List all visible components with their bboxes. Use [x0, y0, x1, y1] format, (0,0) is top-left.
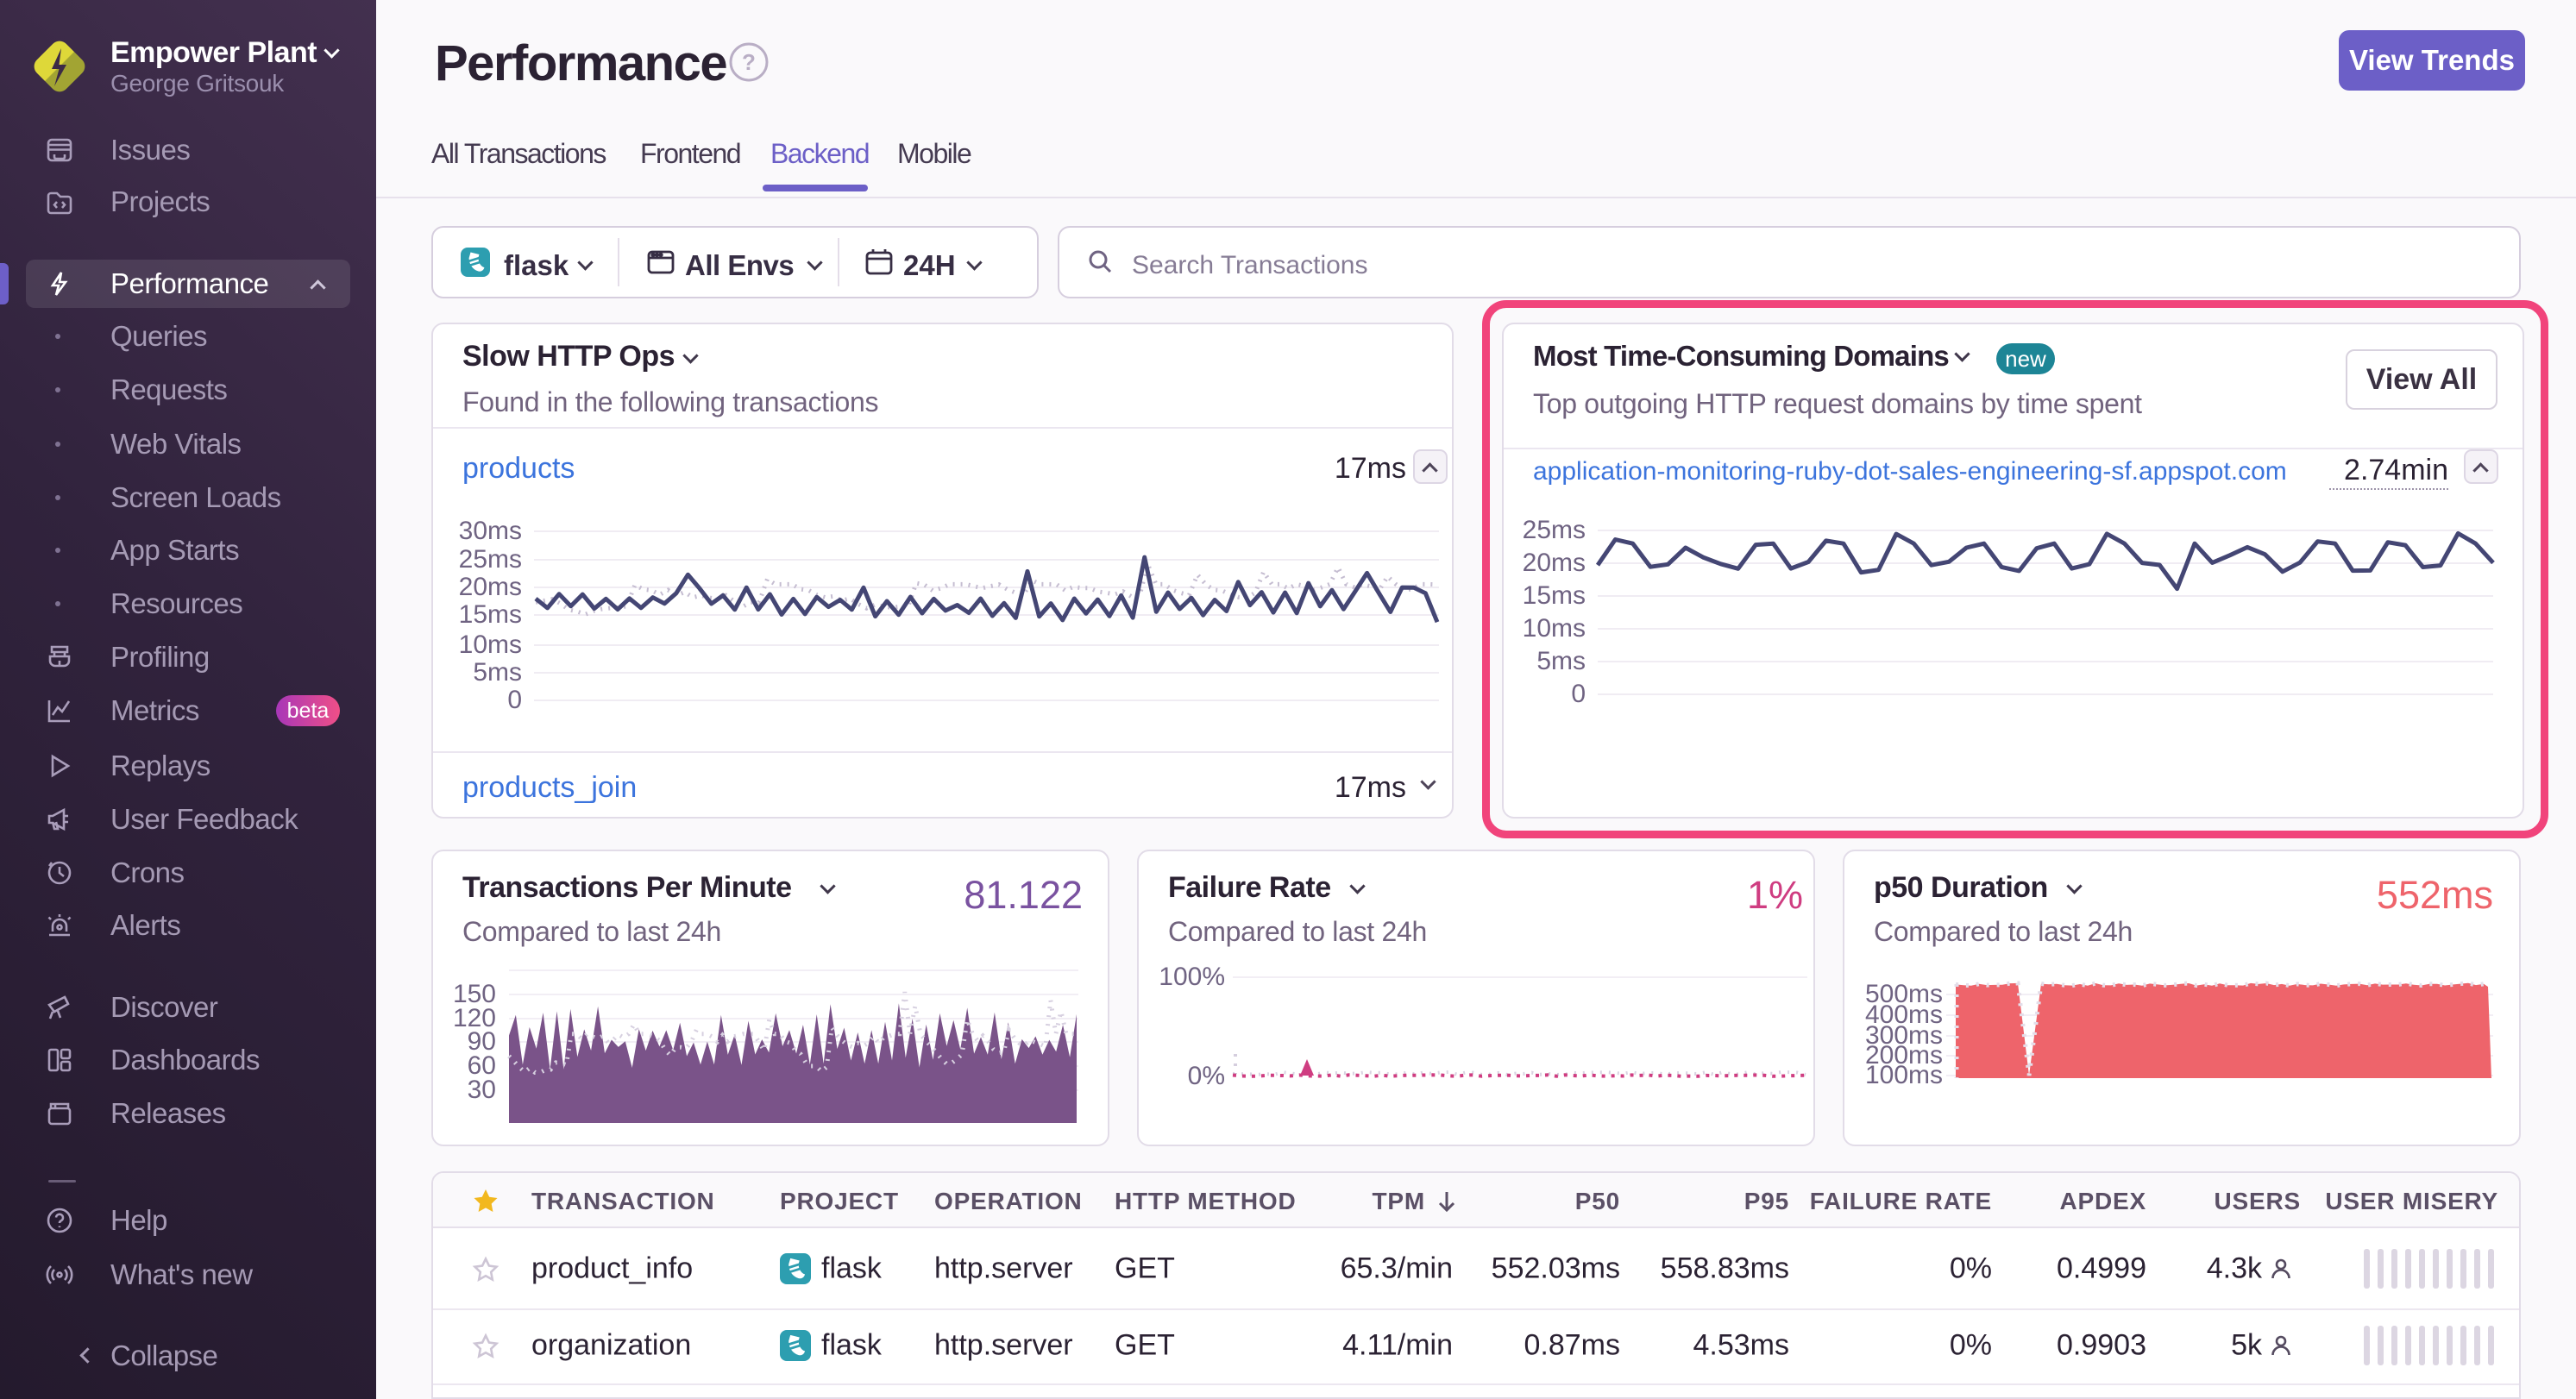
svg-text:?: ?: [742, 49, 756, 75]
